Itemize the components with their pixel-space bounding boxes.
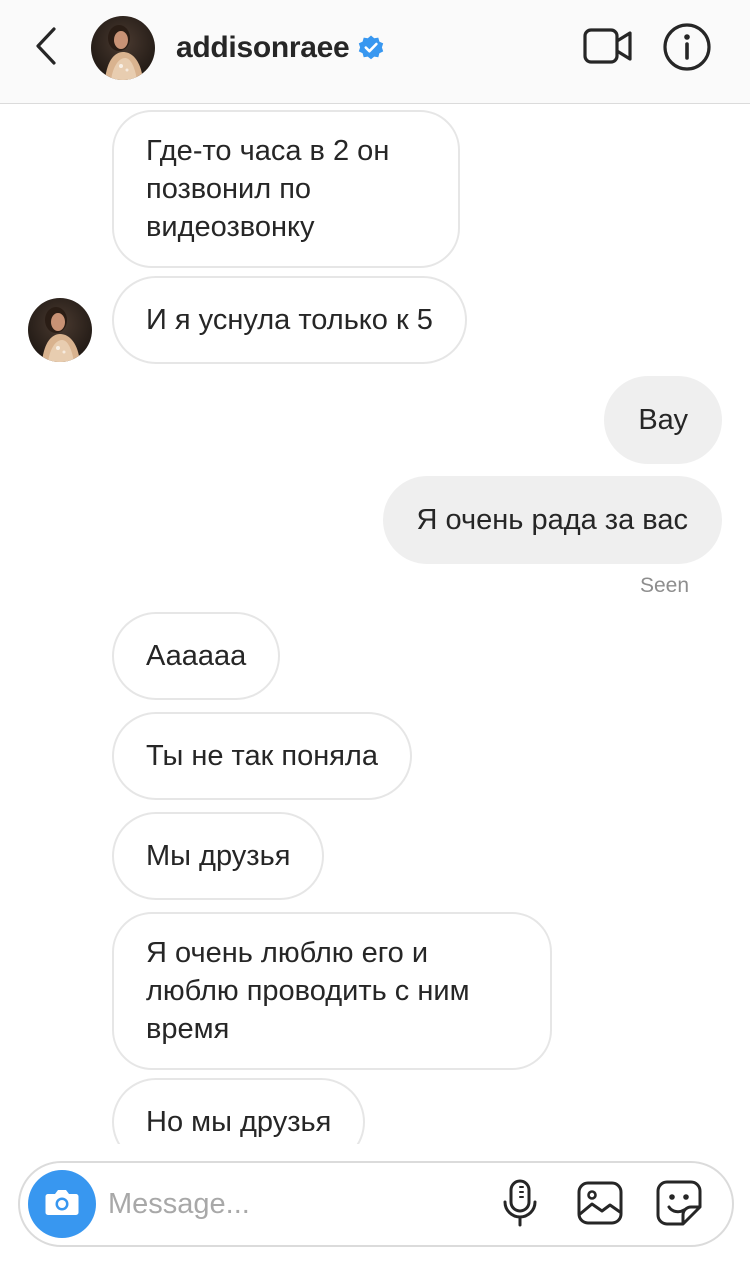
camera-button[interactable] xyxy=(28,1170,96,1238)
seen-status: Seen xyxy=(639,574,689,597)
bottom-safe-area xyxy=(0,1260,750,1284)
chevron-left-icon xyxy=(34,26,58,71)
profile-avatar[interactable] xyxy=(91,16,155,80)
message-thread[interactable]: Где-то часа в 2 он позвонил по видеозвон… xyxy=(0,104,750,1144)
chat-header: addisonraee xyxy=(0,0,750,104)
sticker-icon xyxy=(655,1179,703,1232)
info-button[interactable] xyxy=(661,22,713,77)
sticker-button[interactable] xyxy=(651,1177,707,1233)
message-composer xyxy=(18,1161,734,1247)
message-text: Я очень люблю его и люблю проводить с ни… xyxy=(146,937,470,1045)
message-text: Но мы друзья xyxy=(146,1106,332,1138)
gallery-button[interactable] xyxy=(572,1177,628,1233)
message-bubble[interactable]: Аааааа xyxy=(112,612,281,700)
message-bubble[interactable]: Но мы друзья xyxy=(112,1078,366,1144)
message-bubble[interactable]: И я уснула только к 5 xyxy=(112,276,467,364)
voice-message-button[interactable] xyxy=(492,1177,548,1233)
camera-icon xyxy=(44,1187,80,1222)
sender-avatar[interactable] xyxy=(28,298,92,362)
message-text: Ты не так поняла xyxy=(146,740,378,772)
message-bubble[interactable]: Я очень люблю его и люблю проводить с ни… xyxy=(112,912,552,1070)
verified-badge-icon xyxy=(357,34,385,62)
username: addisonraee xyxy=(176,31,350,64)
message-input[interactable] xyxy=(108,1175,488,1233)
message-text: Я очень рада за вас xyxy=(416,504,688,536)
message-text: И я уснула только к 5 xyxy=(146,304,433,336)
video-call-button[interactable] xyxy=(582,26,634,70)
message-text: Аааааа xyxy=(146,640,247,672)
gallery-icon xyxy=(576,1180,624,1231)
message-bubble-outgoing[interactable]: Вау xyxy=(604,376,722,464)
message-bubble[interactable]: Ты не так поняла xyxy=(112,712,412,800)
message-text: Вау xyxy=(638,404,688,436)
message-bubble[interactable]: Где-то часа в 2 он позвонил по видеозвон… xyxy=(112,110,460,268)
message-bubble[interactable]: Мы друзья xyxy=(112,812,325,900)
info-icon xyxy=(662,22,712,77)
message-text: Мы друзья xyxy=(146,840,291,872)
message-text: Где-то часа в 2 он позвонил по видеозвон… xyxy=(146,135,390,243)
chat-title[interactable]: addisonraee xyxy=(176,28,385,68)
back-button[interactable] xyxy=(28,26,64,70)
message-bubble-outgoing[interactable]: Я очень рада за вас xyxy=(382,476,722,564)
microphone-icon xyxy=(500,1178,540,1233)
video-camera-icon xyxy=(582,26,634,71)
